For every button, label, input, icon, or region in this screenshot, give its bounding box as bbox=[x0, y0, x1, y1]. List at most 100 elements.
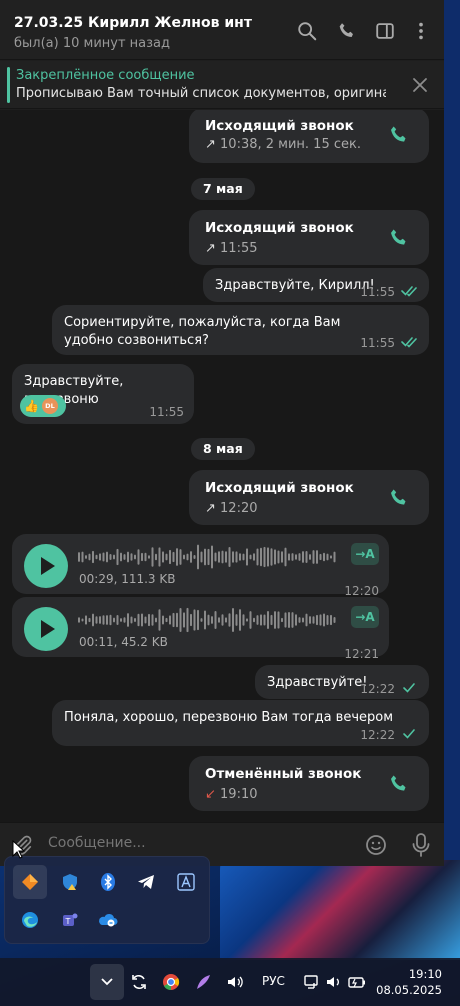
tray-expand-button[interactable] bbox=[90, 964, 124, 1000]
message-time: 12:21 bbox=[344, 647, 379, 661]
pinned-indicator bbox=[7, 67, 10, 103]
waveform-bar bbox=[169, 549, 171, 565]
waveform-bar bbox=[134, 554, 136, 560]
incoming-message[interactable]: Здравствуйте, перезвоню 👍 DL 11:55 bbox=[12, 364, 194, 424]
microphone-icon[interactable] bbox=[410, 832, 432, 858]
waveform-bar bbox=[225, 551, 227, 563]
feather-app-icon[interactable] bbox=[192, 958, 214, 1006]
play-button[interactable] bbox=[24, 544, 68, 588]
telegram-window: 27.03.25 Кирилл Желнов инт был(а) 10 мин… bbox=[0, 0, 444, 866]
waveform-bar bbox=[81, 551, 84, 563]
outgoing-call-bubble[interactable]: Исходящий звонок ↗ 11:55 bbox=[189, 210, 429, 265]
waveform[interactable] bbox=[78, 605, 338, 635]
system-clock[interactable]: 19:10 08.05.2025 bbox=[376, 966, 442, 998]
outgoing-message[interactable]: Сориентируйте, пожалуйста, когда Вам удо… bbox=[52, 305, 429, 355]
waveform-bar bbox=[309, 554, 311, 560]
waveform-bar bbox=[291, 612, 294, 628]
call-title: Исходящий звонок bbox=[205, 220, 354, 236]
message-text: Поняла, хорошо, перезвоню Вам тогда вече… bbox=[64, 710, 394, 725]
cancelled-call-bubble[interactable]: Отменённый звонок ↙ 19:10 bbox=[189, 756, 429, 811]
close-icon[interactable] bbox=[410, 75, 430, 95]
waveform-bar bbox=[235, 614, 238, 626]
mouse-cursor-icon bbox=[12, 840, 26, 859]
waveform-bar bbox=[228, 547, 231, 567]
waveform-bar bbox=[288, 612, 290, 628]
sent-tick-icon bbox=[403, 729, 415, 739]
sync-icon[interactable] bbox=[128, 958, 150, 1006]
sidebar-toggle-icon[interactable] bbox=[374, 20, 396, 42]
chat-title[interactable]: 27.03.25 Кирилл Желнов инт bbox=[14, 15, 252, 31]
waveform-bar bbox=[78, 552, 80, 562]
call-back-icon[interactable] bbox=[387, 772, 411, 796]
waveform-bar bbox=[284, 612, 287, 628]
waveform-bar bbox=[102, 615, 105, 625]
waveform-bar bbox=[92, 613, 94, 627]
waveform-bar bbox=[214, 611, 217, 629]
waveform-bar bbox=[162, 551, 164, 563]
call-meta: ↗ 12:20 bbox=[205, 501, 258, 516]
waveform-bar bbox=[207, 614, 210, 626]
volume-icon[interactable] bbox=[224, 958, 246, 1006]
emoji-icon[interactable] bbox=[364, 833, 388, 857]
transcribe-button[interactable]: →A bbox=[351, 543, 379, 565]
phone-icon[interactable] bbox=[336, 20, 358, 42]
waveform-bar bbox=[134, 618, 136, 622]
call-back-icon[interactable] bbox=[387, 123, 411, 147]
speaker-icon[interactable] bbox=[324, 958, 344, 1006]
search-icon[interactable] bbox=[296, 20, 318, 42]
battery-icon[interactable] bbox=[346, 958, 368, 1006]
tray-app-orange-icon[interactable] bbox=[13, 865, 47, 899]
waveform-bar bbox=[218, 551, 220, 563]
message-input[interactable] bbox=[48, 835, 348, 851]
waveform-bar bbox=[137, 549, 140, 565]
network-icon[interactable] bbox=[300, 958, 322, 1006]
missed-arrow-icon: ↙ bbox=[205, 787, 221, 802]
waveform-bar bbox=[298, 553, 301, 561]
outgoing-arrow-icon: ↗ bbox=[205, 241, 221, 256]
defender-warning-icon[interactable] bbox=[53, 865, 87, 899]
waveform-bar bbox=[120, 618, 122, 622]
waveform-bar bbox=[88, 553, 91, 561]
voice-meta: 00:11, 45.2 KB bbox=[79, 635, 168, 649]
waveform-bar bbox=[235, 551, 238, 563]
outgoing-message[interactable]: Здравствуйте! 12:22 bbox=[255, 665, 429, 699]
keyboard-language-icon[interactable] bbox=[169, 865, 203, 899]
transcribe-button[interactable]: →A bbox=[351, 606, 379, 628]
pinned-message-bar[interactable]: Закреплённое сообщение Прописываю Вам то… bbox=[0, 61, 444, 109]
bluetooth-icon[interactable] bbox=[91, 865, 125, 899]
waveform-bar bbox=[281, 617, 283, 623]
call-back-icon[interactable] bbox=[387, 486, 411, 510]
waveform-bar bbox=[88, 617, 91, 623]
input-language[interactable]: РУС bbox=[262, 974, 285, 988]
waveform-bar bbox=[242, 553, 245, 561]
edge-icon[interactable] bbox=[13, 903, 47, 937]
call-details: 19:10 bbox=[220, 787, 258, 802]
more-menu-icon[interactable] bbox=[410, 20, 432, 42]
waveform[interactable] bbox=[78, 542, 338, 572]
teams-icon[interactable]: T bbox=[53, 903, 87, 937]
waveform-bar bbox=[295, 554, 297, 560]
reaction-badge[interactable]: 👍 DL bbox=[20, 395, 66, 417]
outgoing-message[interactable]: Поняла, хорошо, перезвоню Вам тогда вече… bbox=[52, 700, 429, 746]
play-button[interactable] bbox=[24, 607, 68, 651]
waveform-bar bbox=[256, 548, 259, 566]
outgoing-call-bubble[interactable]: Исходящий звонок ↗ 10:38, 2 мин. 15 сек. bbox=[189, 110, 429, 163]
waveform-bar bbox=[270, 548, 273, 566]
waveform-bar bbox=[113, 617, 115, 623]
waveform-bar bbox=[239, 609, 241, 631]
waveform-bar bbox=[151, 614, 154, 626]
outgoing-call-bubble[interactable]: Исходящий звонок ↗ 12:20 bbox=[189, 470, 429, 525]
voice-message[interactable]: 00:29, 111.3 KB →A 12:20 bbox=[12, 534, 389, 598]
telegram-tray-icon[interactable] bbox=[129, 865, 163, 899]
message-list[interactable]: Исходящий звонок ↗ 10:38, 2 мин. 15 сек.… bbox=[0, 110, 444, 822]
chevron-down-icon bbox=[101, 978, 113, 986]
onedrive-icon[interactable] bbox=[91, 903, 125, 937]
call-back-icon[interactable] bbox=[387, 226, 411, 250]
waveform-bar bbox=[137, 613, 140, 627]
voice-message[interactable]: 00:11, 45.2 KB →A 12:21 bbox=[12, 597, 389, 661]
waveform-bar bbox=[221, 614, 224, 626]
chrome-icon[interactable] bbox=[160, 958, 182, 1006]
waveform-bar bbox=[123, 617, 126, 623]
outgoing-message[interactable]: Здравствуйте, Кирилл! 11:55 bbox=[203, 268, 429, 302]
waveform-bar bbox=[176, 612, 178, 628]
